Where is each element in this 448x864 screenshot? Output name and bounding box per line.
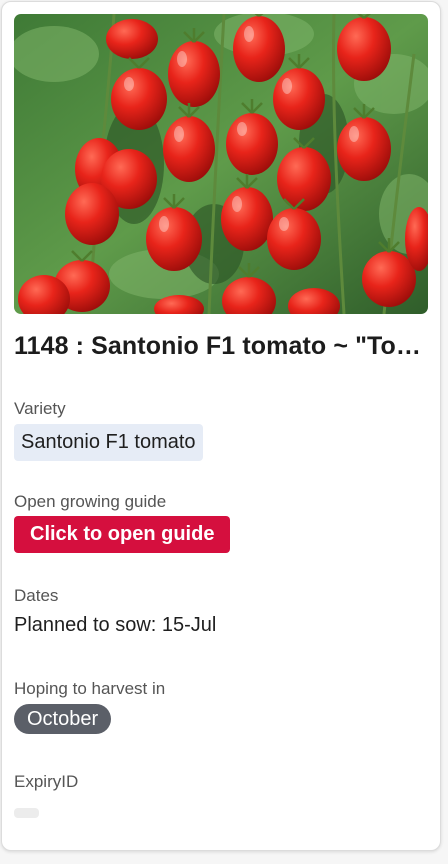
tomato-photo	[14, 14, 428, 314]
variety-value: Santonio F1 tomato	[14, 424, 203, 461]
expiry-label: ExpiryID	[14, 772, 79, 791]
variety-label: Variety	[14, 399, 66, 418]
open-guide-button[interactable]: Click to open guide	[14, 516, 231, 553]
expiry-value	[14, 808, 39, 818]
guide-label: Open growing guide	[14, 492, 167, 511]
card-title: 1148 : Santonio F1 tomato ~ "Tomato 'San…	[14, 332, 432, 360]
harvest-label: Hoping to harvest in	[14, 679, 166, 698]
dates-label: Dates	[14, 586, 59, 605]
sow-date: Planned to sow: 15-Jul	[14, 614, 217, 636]
plant-card: 1148 : Santonio F1 tomato ~ "Tomato 'San…	[1, 1, 441, 851]
harvest-month-badge: October	[14, 704, 112, 734]
